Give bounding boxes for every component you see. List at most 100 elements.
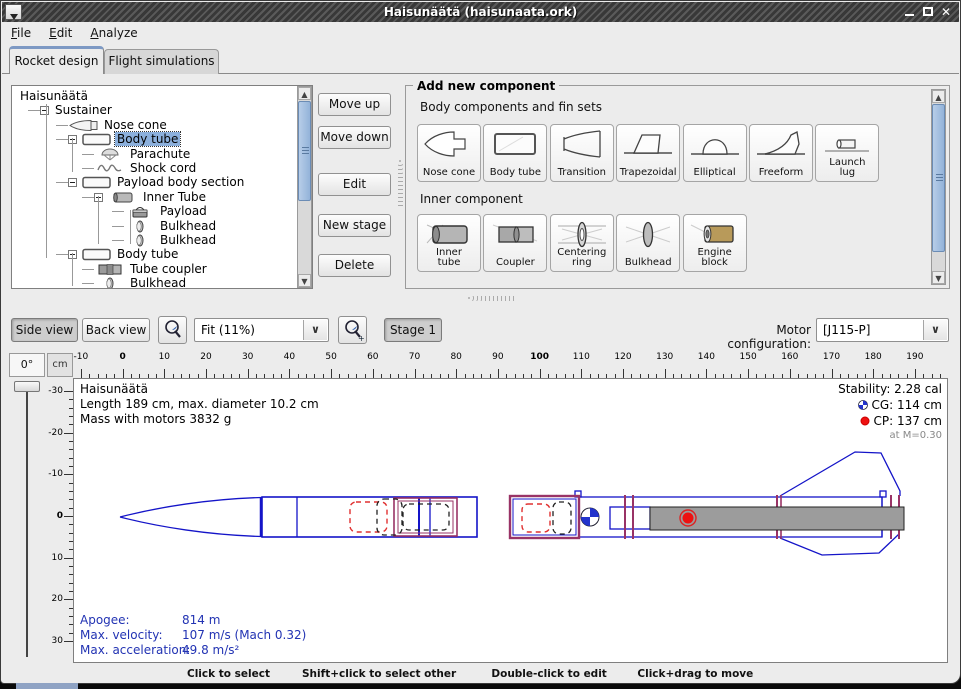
- title-bar[interactable]: Haisunäätä (haisunaata.ork) ✕: [2, 2, 959, 22]
- tree-item-haisunäätä[interactable]: Haisunäätä: [12, 89, 297, 104]
- hint-text: Shift+click to select other: [302, 668, 456, 680]
- splitter-grip-horizontal[interactable]: [467, 296, 517, 301]
- window-menu-icon[interactable]: [5, 4, 22, 20]
- tab-rocket-design[interactable]: Rocket design: [9, 46, 104, 74]
- engine-block-icon: [684, 217, 746, 250]
- tree-scrollbar-thumb[interactable]: [298, 101, 311, 201]
- add-engine-block-button[interactable]: Engineblock: [683, 214, 747, 272]
- rotation-slider-handle[interactable]: [14, 381, 40, 392]
- rocket-mass: Mass with motors 3832 g: [80, 412, 231, 426]
- zoom-in-icon[interactable]: +: [338, 316, 367, 344]
- component-tree[interactable]: HaisunäätäSustainerNose coneBody tubePar…: [11, 85, 313, 289]
- vertical-ruler: -30-20-100102030: [47, 378, 73, 662]
- tab-bar: Rocket designFlight simulations: [2, 46, 959, 74]
- tree-scrollbar[interactable]: ▲ ▼: [297, 86, 312, 288]
- add-trapezoidal-button[interactable]: Trapezoidal: [616, 124, 680, 182]
- scroll-down-icon[interactable]: ▼: [932, 271, 945, 284]
- scroll-up-icon[interactable]: ▲: [298, 87, 311, 100]
- parachute-outline: [350, 502, 387, 532]
- flight-value: 814 m: [182, 613, 220, 627]
- tab-flight-simulations[interactable]: Flight simulations: [104, 49, 219, 74]
- tree-connector: [130, 210, 131, 244]
- stage-1-toggle[interactable]: Stage 1: [384, 318, 442, 342]
- add-inner-tube-button[interactable]: Innertube: [417, 214, 481, 272]
- rotation-slider-track[interactable]: [26, 392, 28, 657]
- zoom-select[interactable]: Fit (11%) ∨: [194, 318, 329, 342]
- cp-icon: [860, 416, 870, 426]
- rotation-angle-field[interactable]: 0°: [9, 353, 45, 377]
- move-down-button[interactable]: Move down: [318, 126, 391, 149]
- tree-item-bulkhead[interactable]: Bulkhead: [12, 276, 297, 289]
- tree-expander-icon[interactable]: [40, 106, 49, 115]
- minimize-icon[interactable]: [901, 5, 917, 20]
- tree-item-shock-cord[interactable]: Shock cord: [12, 161, 297, 176]
- tree-item-payload-body-section[interactable]: Payload body section: [12, 175, 297, 190]
- tree-connector: [98, 196, 99, 244]
- back-view-button[interactable]: Back view: [82, 318, 150, 342]
- cp-value: CP: 137 cm: [860, 414, 942, 428]
- launch-lug: [880, 491, 886, 497]
- add-component-title: Add new component: [413, 79, 559, 93]
- side-view-button[interactable]: Side view: [11, 318, 78, 342]
- flight-value: 107 m/s (Mach 0.32): [182, 628, 306, 642]
- motor-mount-outline: [610, 507, 650, 529]
- tree-item-bulkhead[interactable]: Bulkhead: [12, 219, 297, 234]
- tree-item-inner-tube[interactable]: Inner Tube: [12, 190, 297, 205]
- tree-connector: [72, 253, 73, 286]
- horizontal-ruler: -100102030405060708090100110120130140150…: [73, 351, 948, 378]
- tree-item-bulkhead[interactable]: Bulkhead: [12, 233, 297, 248]
- add-launch-lug-button[interactable]: Launchlug: [815, 124, 879, 182]
- tree-item-body-tube[interactable]: Body tube: [12, 132, 297, 147]
- component-scrollbar-thumb[interactable]: [932, 104, 945, 252]
- add-elliptical-button[interactable]: Elliptical: [683, 124, 747, 182]
- payload-outline: [403, 504, 449, 530]
- tree-item-sustainer[interactable]: Sustainer: [12, 103, 297, 118]
- new-stage-button[interactable]: New stage: [318, 214, 391, 237]
- add-freeform-button[interactable]: Freeform: [749, 124, 813, 182]
- launchlug-icon: [816, 127, 878, 160]
- scroll-up-icon[interactable]: ▲: [932, 90, 945, 103]
- move-up-button[interactable]: Move up: [318, 93, 391, 116]
- edit-button[interactable]: Edit: [318, 173, 391, 196]
- tree-item-tube-coupler[interactable]: Tube coupler: [12, 262, 297, 277]
- add-component-group: Body components and fin setsNose coneBod…: [405, 85, 950, 289]
- tree-item-payload[interactable]: Payload: [12, 204, 297, 219]
- chevron-down-icon[interactable]: ∨: [923, 320, 947, 340]
- tree-item-body-tube[interactable]: Body tube: [12, 247, 297, 262]
- menu-edit[interactable]: Edit: [40, 22, 81, 43]
- add-body-tube-button[interactable]: Body tube: [483, 124, 547, 182]
- tree-expander-icon[interactable]: [68, 178, 77, 187]
- add-transition-button[interactable]: Transition: [550, 124, 614, 182]
- maximize-icon[interactable]: [920, 5, 936, 20]
- tree-item-nose-cone[interactable]: Nose cone: [12, 118, 297, 133]
- scroll-down-icon[interactable]: ▼: [298, 274, 311, 287]
- bodytube-icon: [484, 127, 546, 160]
- close-icon[interactable]: ✕: [938, 5, 954, 20]
- innertube-icon: [418, 217, 480, 250]
- coupler-icon: [484, 217, 546, 250]
- add-coupler-button[interactable]: Coupler: [483, 214, 547, 272]
- menu-file[interactable]: File: [2, 22, 40, 43]
- component-scrollbar[interactable]: ▲ ▼: [931, 89, 946, 285]
- splitter-grip-vertical[interactable]: [398, 159, 403, 207]
- add-nose-cone-button[interactable]: Nose cone: [417, 124, 481, 182]
- menu-analyze[interactable]: Analyze: [81, 22, 146, 43]
- delete-button[interactable]: Delete: [318, 254, 391, 277]
- stability-value: Stability: 2.28 cal: [838, 382, 942, 396]
- tree-connector: [72, 138, 73, 172]
- add-bulkhead-button[interactable]: Bulkhead: [616, 214, 680, 272]
- zoom-out-icon[interactable]: [158, 316, 187, 344]
- fin-top-outline: [780, 452, 900, 496]
- chevron-down-icon[interactable]: ∨: [303, 320, 327, 340]
- cg-value: CG: 114 cm: [858, 398, 942, 412]
- body-tube-outline: [262, 497, 477, 537]
- app-window: Haisunäätä (haisunaata.ork) ✕ FileEditAn…: [0, 0, 961, 684]
- motor-configuration-select[interactable]: [J115-P] ∨: [816, 318, 949, 342]
- add-centering-ring-button[interactable]: Centeringring: [550, 214, 614, 272]
- tree-item-parachute[interactable]: Parachute: [12, 147, 297, 162]
- parachute-outline: [522, 504, 550, 532]
- shock-cord-outline: [553, 502, 571, 534]
- window-title: Haisunäätä (haisunaata.ork): [2, 2, 959, 22]
- menu-bar: FileEditAnalyze: [2, 22, 959, 45]
- rocket-canvas[interactable]: Haisunäätä Length 189 cm, max. diameter …: [73, 378, 948, 663]
